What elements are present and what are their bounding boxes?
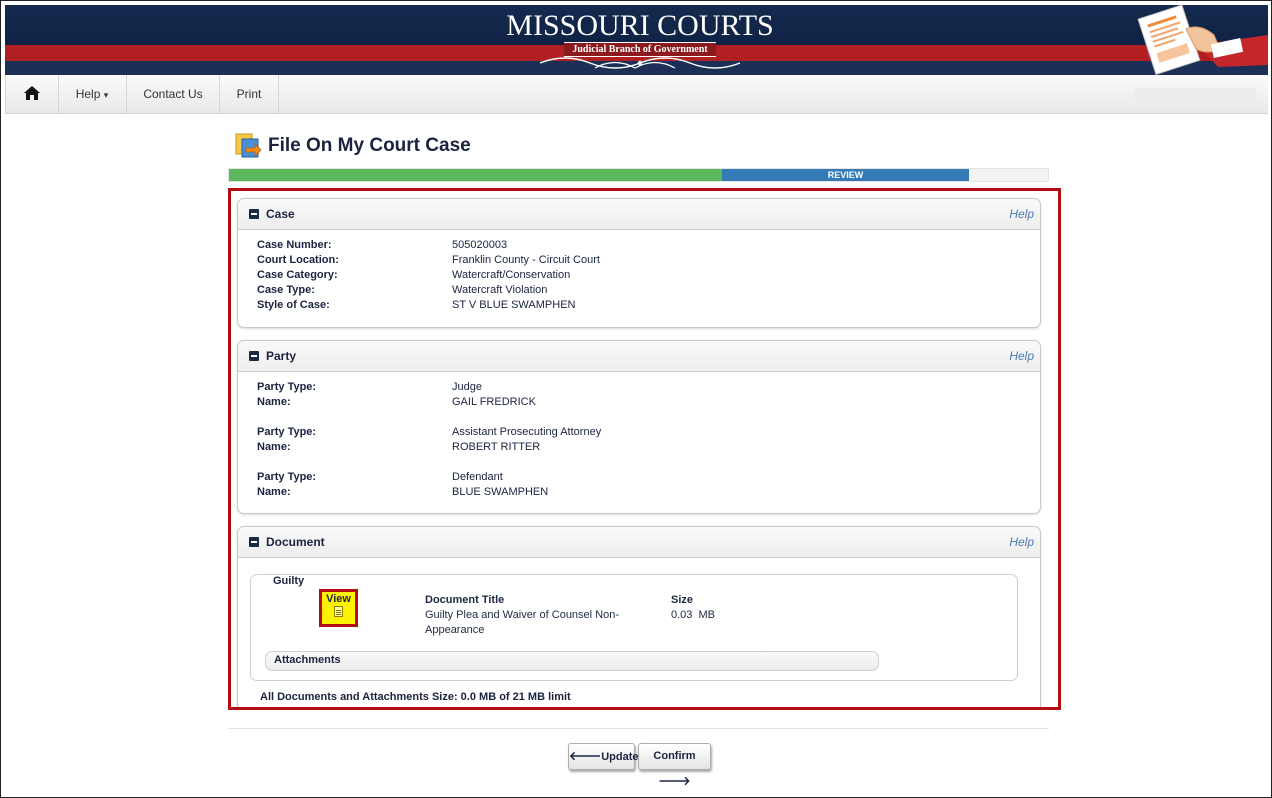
progress-completed: [229, 169, 722, 181]
missouri-courts-logo[interactable]: MISSOURI COURTS Judicial Branch of Gover…: [495, 11, 785, 71]
case-panel-title: Case: [266, 207, 295, 221]
case-field-value: Watercraft/Conservation: [452, 269, 571, 281]
party-name-value: BLUE SWAMPHEN: [452, 486, 549, 498]
caret-down-icon: ▾: [103, 90, 109, 100]
nav-help-label: Help: [75, 87, 101, 101]
doc-size-value: 0.03 MB: [671, 609, 716, 621]
party-name-label: Name:: [257, 441, 291, 453]
party-type-value: Assistant Prosecuting Attorney: [452, 426, 602, 438]
nav-home[interactable]: [5, 75, 59, 113]
site-banner: MISSOURI COURTS Judicial Branch of Gover…: [5, 5, 1268, 75]
arrow-right-icon: 🡒: [658, 774, 691, 788]
file-case-icon: [235, 133, 262, 158]
document-panel: Document Help Guilty View Document Title…: [237, 526, 1041, 708]
case-field-value: ST V BLUE SWAMPHEN: [452, 299, 576, 311]
party-help-link[interactable]: Help: [1009, 349, 1034, 363]
doc-size-header: Size: [671, 594, 694, 606]
nav-print[interactable]: Print: [220, 75, 279, 113]
page-title: File On My Court Case: [268, 135, 471, 156]
party-panel-header: Party Help: [238, 341, 1040, 372]
doc-title-line: Appearance: [425, 624, 485, 636]
case-field-label: Case Type:: [257, 284, 315, 296]
doc-size-col: Size 0.03 MB: [671, 593, 715, 623]
view-document-button[interactable]: View: [319, 589, 358, 627]
progress-current-step: REVIEW: [722, 169, 969, 181]
nav-contact-us[interactable]: Contact Us: [127, 75, 220, 113]
top-nav: Help ▾ Contact Us Print: [5, 75, 1268, 114]
document-group-legend: Guilty: [273, 575, 305, 587]
update-button[interactable]: 🡐Update: [568, 743, 639, 770]
update-label: Update: [601, 751, 639, 763]
doc-title-col: Document Title Guilty Plea and Waiver of…: [425, 593, 619, 638]
arrow-left-icon: 🡐: [569, 749, 602, 763]
party-type-label: Party Type:: [257, 381, 317, 393]
case-field-value: 505020003: [452, 239, 508, 251]
wizard-progress-bar: REVIEW: [228, 168, 1049, 182]
party-name-value: ROBERT RITTER: [452, 441, 541, 453]
party-type-value: Defendant: [452, 471, 503, 483]
size-summary: All Documents and Attachments Size: 0.0 …: [260, 691, 571, 703]
case-panel-header: Case Help: [238, 199, 1040, 230]
case-field-label: Court Location:: [257, 254, 339, 266]
collapse-minus-icon[interactable]: [249, 209, 259, 219]
case-panel: Case Help Case Number: 505020003 Court L…: [237, 198, 1041, 328]
flourish-ornament: [539, 57, 741, 69]
party-panel-title: Party: [266, 349, 297, 363]
case-help-link[interactable]: Help: [1009, 207, 1034, 221]
logo-title: MISSOURI COURTS: [506, 9, 774, 42]
document-help-link[interactable]: Help: [1009, 535, 1034, 549]
document-icon: [334, 606, 343, 617]
case-field-label: Case Category:: [257, 269, 338, 281]
document-panel-title: Document: [266, 535, 325, 549]
home-icon: [24, 86, 40, 101]
confirm-label: Confirm: [653, 750, 696, 762]
case-field-label: Case Number:: [257, 239, 332, 251]
doc-title-header: Document Title: [425, 594, 505, 606]
party-name-value: GAIL FREDRICK: [452, 396, 536, 408]
party-name-label: Name:: [257, 396, 291, 408]
attachments-section[interactable]: Attachments: [265, 651, 879, 671]
footer-divider: [228, 728, 1049, 729]
case-field-value: Franklin County - Circuit Court: [452, 254, 600, 266]
case-field-value: Watercraft Violation: [452, 284, 548, 296]
party-panel: Party Help Party Type: Judge Name: GAIL …: [237, 340, 1041, 514]
nav-help-dropdown[interactable]: Help ▾: [58, 75, 127, 113]
view-label: View: [326, 593, 351, 605]
document-hand-graphic: [1137, 5, 1268, 75]
document-group-guilty: Guilty View Document Title Guilty Plea a…: [250, 574, 1018, 681]
party-name-label: Name:: [257, 486, 291, 498]
user-name-redacted: [1134, 88, 1256, 102]
doc-title-line: Guilty Plea and Waiver of Counsel Non-: [425, 609, 620, 621]
party-type-label: Party Type:: [257, 471, 317, 483]
document-panel-header: Document Help: [238, 527, 1040, 558]
collapse-minus-icon[interactable]: [249, 351, 259, 361]
party-type-label: Party Type:: [257, 426, 317, 438]
case-field-label: Style of Case:: [257, 299, 330, 311]
collapse-minus-icon[interactable]: [249, 537, 259, 547]
party-type-value: Judge: [452, 381, 482, 393]
confirm-button[interactable]: Confirm 🡒: [638, 743, 711, 788]
